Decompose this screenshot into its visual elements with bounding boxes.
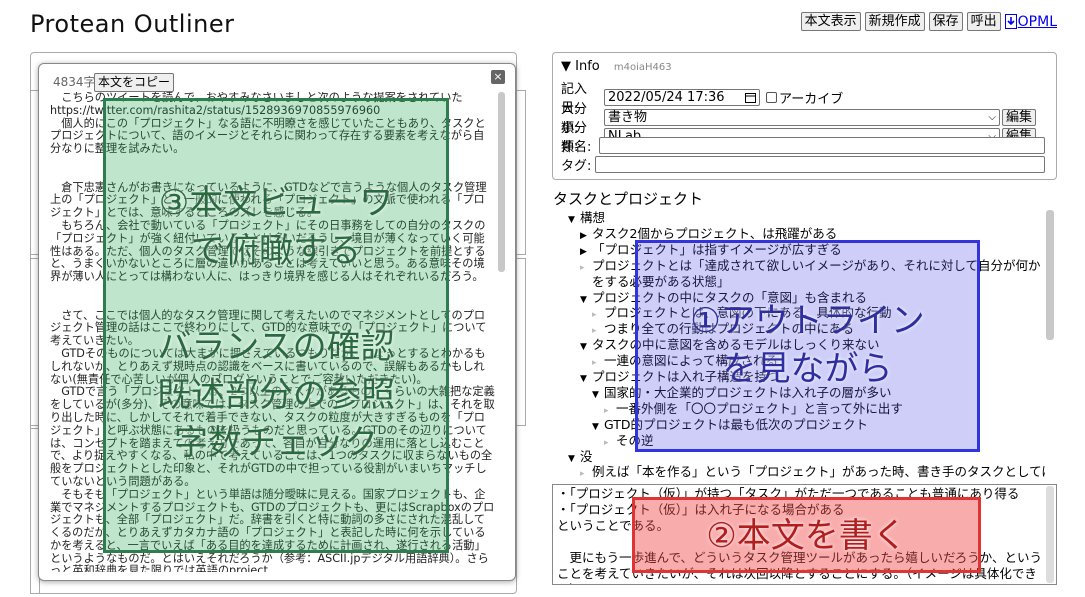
- top-toolbar: 本文表示 新規作成 保存 呼出 OPML: [800, 12, 1057, 31]
- expanded-triangle-icon[interactable]: ▼: [580, 372, 592, 388]
- expanded-triangle-icon[interactable]: ▼: [580, 340, 592, 356]
- app-title: Protean Outliner: [30, 10, 235, 38]
- body-scrollbar[interactable]: [1046, 486, 1054, 583]
- info-header[interactable]: ▼ Info m4oiaH463: [561, 59, 672, 74]
- outline-scrollbar[interactable]: [1046, 210, 1054, 340]
- tags-input[interactable]: [595, 156, 1045, 173]
- load-button[interactable]: 呼出: [966, 12, 1001, 31]
- subject-label: 件名:: [561, 140, 592, 155]
- body-annotation-text: ②本文を書く: [706, 516, 907, 556]
- left-panel-section: [516, 90, 526, 255]
- show-body-button[interactable]: 本文表示: [800, 12, 861, 31]
- expanded-triangle-icon[interactable]: ▼: [568, 452, 580, 468]
- outline-item[interactable]: ▸ 例えば「本を作る」という「プロジェクト」があった時、書き手のタスクとしては: [580, 464, 1045, 482]
- save-button[interactable]: 保存: [928, 12, 963, 31]
- close-icon[interactable]: ×: [491, 70, 505, 84]
- char-count: 4834字: [53, 75, 96, 89]
- opml-label: OPML: [1017, 13, 1057, 30]
- body-annotation-box: ②本文を書く: [632, 497, 981, 573]
- expanded-triangle-icon[interactable]: ▼: [592, 420, 604, 436]
- outline-annotation-box: ①アウトライン を見ながら: [635, 240, 980, 452]
- collapsed-triangle-icon[interactable]: ▸: [580, 467, 592, 482]
- new-button[interactable]: 新規作成: [864, 12, 925, 31]
- info-id: m4oiaH463: [613, 62, 672, 73]
- subject-input[interactable]: [599, 137, 1045, 154]
- download-icon: [1004, 14, 1017, 29]
- viewer-scrollbar[interactable]: [498, 92, 505, 272]
- collapse-triangle-icon: ▼: [561, 59, 571, 74]
- left-panel-section: [516, 258, 526, 426]
- collapsed-triangle-icon[interactable]: ▸: [604, 436, 616, 452]
- outline-item-label: 例えば「本を作る」という「プロジェクト」があった時、書き手のタスクとしては: [592, 464, 1045, 480]
- info-panel: ▼ Info m4oiaH463 記入日: 2022/05/24 17:36 ア…: [552, 52, 1057, 180]
- expanded-triangle-icon[interactable]: ▼: [592, 388, 604, 404]
- outline-item-label: タスク2個からプロジェクト、は飛躍がある: [592, 225, 838, 241]
- expanded-triangle-icon[interactable]: ▼: [568, 213, 580, 229]
- outline-item-label: 構想: [580, 210, 606, 225]
- copy-body-button[interactable]: 本文をコピー: [94, 73, 175, 92]
- tags-label: タグ:: [561, 159, 592, 174]
- viewer-annotation-text: ③本文ビューワ で俯瞰する バランスの確認 既述部分の参照 字数チェック: [157, 183, 395, 463]
- viewer-annotation-box: ③本文ビューワ で俯瞰する バランスの確認 既述部分の参照 字数チェック: [103, 98, 449, 553]
- outline-item-label: 没: [580, 448, 593, 464]
- expanded-triangle-icon[interactable]: ▼: [580, 293, 592, 309]
- outline-annotation-text: ①アウトライン を見ながら: [690, 301, 925, 389]
- outline-title: タスクとプロジェクト: [553, 190, 704, 208]
- info-heading: Info: [575, 59, 600, 74]
- opml-link[interactable]: OPML: [1004, 13, 1057, 30]
